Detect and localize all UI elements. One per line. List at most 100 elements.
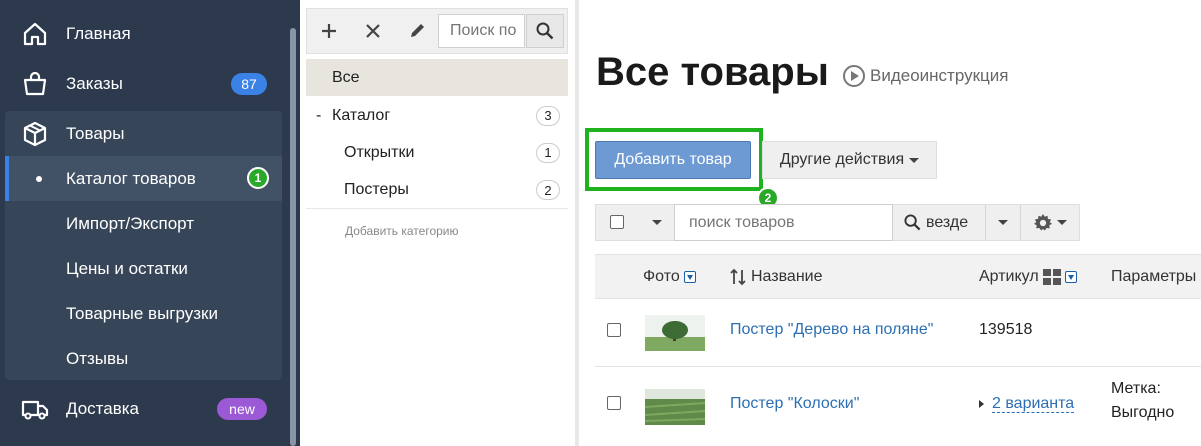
products-table: Фото Название Артикул Параметры Постер "… (595, 254, 1201, 446)
nav-item-goods[interactable]: Товары (0, 111, 287, 156)
close-icon (366, 24, 380, 38)
other-actions-button[interactable]: Другие действия (762, 141, 937, 179)
category-count: 2 (536, 180, 560, 200)
select-menu-button[interactable] (640, 205, 674, 240)
dropdown-icon[interactable] (1064, 270, 1077, 283)
panel-divider (575, 0, 579, 446)
home-icon (23, 22, 47, 45)
sidebar-item-prices[interactable]: Цены и остатки (5, 246, 282, 291)
sub-item-label: Импорт/Экспорт (66, 213, 195, 233)
page-title: Все товары (596, 50, 829, 94)
other-actions-label: Другие действия (779, 151, 905, 168)
category-count: 1 (536, 142, 560, 163)
search-scope-button[interactable]: везде (896, 205, 968, 240)
sidebar-item-catalog[interactable]: Каталог товаров 1 (5, 156, 282, 201)
row-checkbox[interactable] (607, 323, 621, 337)
product-name-link[interactable]: Постер "Дерево на поляне" (730, 321, 933, 339)
category-search-input[interactable] (438, 14, 525, 48)
product-filter-bar: везде (595, 204, 1080, 241)
nav-item-home[interactable]: Главная (0, 11, 287, 56)
chevron-right-icon (979, 399, 984, 408)
chevron-down-icon (652, 220, 662, 225)
category-item-all[interactable]: Все (306, 59, 568, 96)
column-sku[interactable]: Артикул (979, 268, 1077, 286)
column-photo[interactable]: Фото (643, 268, 696, 286)
shopping-bag-icon (23, 71, 47, 95)
column-label: Название (751, 267, 823, 285)
add-product-button[interactable]: Добавить товар (595, 141, 751, 179)
product-search-input[interactable] (674, 204, 893, 241)
table-header: Фото Название Артикул Параметры (595, 254, 1201, 299)
active-dot (36, 175, 42, 182)
sidebar-item-exports[interactable]: Товарные выгрузки (5, 291, 282, 336)
table-row[interactable]: Постер "Дерево на поляне" 139518 (595, 299, 1201, 367)
nav-item-delivery[interactable]: Доставка new (0, 386, 287, 431)
category-label: Постеры (344, 181, 409, 198)
column-name[interactable]: Название (729, 268, 823, 286)
column-params[interactable]: Параметры (1111, 268, 1196, 286)
delete-category-button[interactable] (353, 9, 393, 53)
variants-toggle[interactable]: 2 варианта (979, 395, 1075, 413)
scope-dropdown-button[interactable] (986, 205, 1020, 240)
nav-item-label: Заказы (66, 73, 123, 93)
search-icon (536, 22, 554, 40)
pencil-icon (411, 24, 424, 37)
sort-icon (730, 268, 746, 285)
app-root: Главная Заказы 87 Товары Каталог товаров… (0, 0, 1201, 446)
collapse-toggle[interactable]: - (316, 107, 321, 125)
product-thumbnail[interactable] (645, 315, 705, 351)
search-icon (904, 214, 921, 231)
new-badge: new (217, 397, 267, 420)
nav-item-label: Доставка (66, 398, 140, 418)
table-row[interactable]: Постер "Колоски" 2 варианта Метка: Выгод… (595, 367, 1201, 446)
category-label: Открытки (344, 143, 415, 161)
dropdown-icon[interactable] (683, 270, 696, 283)
add-category-link[interactable]: Добавить категорию (345, 224, 459, 238)
step-badge: 1 (247, 167, 269, 189)
sidebar: Главная Заказы 87 Товары Каталог товаров… (0, 0, 300, 446)
nav-item-label: Товары (66, 123, 125, 143)
select-all-checkbox[interactable] (610, 215, 624, 229)
video-instruction-link[interactable]: Видеоинструкция (843, 65, 1008, 87)
column-label: Фото (643, 267, 680, 285)
param-line: Метка: (1111, 380, 1161, 397)
category-label: Все (332, 68, 360, 86)
sub-item-label: Отзывы (66, 348, 129, 368)
chevron-down-icon (1056, 220, 1067, 225)
chevron-down-icon (909, 157, 920, 163)
sub-item-label: Товарные выгрузки (66, 303, 218, 323)
product-thumbnail[interactable] (645, 389, 705, 425)
category-item-catalog[interactable]: - Каталог 3 (306, 97, 568, 134)
category-item-postcards[interactable]: Открытки 1 (306, 134, 568, 171)
column-label: Артикул (979, 267, 1039, 285)
category-label: Каталог (332, 106, 391, 124)
gear-icon (1033, 213, 1052, 231)
settings-button[interactable] (1021, 205, 1079, 240)
sidebar-scrollbar[interactable] (290, 28, 296, 446)
grid-icon (1042, 268, 1061, 285)
category-toolbar (306, 8, 568, 54)
search-scope-label: везде (926, 213, 969, 231)
sidebar-item-import-export[interactable]: Импорт/Экспорт (5, 201, 282, 246)
box-icon (23, 121, 47, 146)
orders-count-badge: 87 (231, 72, 267, 95)
product-params: Метка: Выгодно (1111, 377, 1174, 425)
play-icon (843, 65, 865, 87)
sub-item-label: Каталог товаров (66, 168, 196, 188)
product-sku: 139518 (979, 321, 1033, 338)
chevron-down-icon (998, 220, 1008, 225)
variants-label: 2 варианта (992, 395, 1075, 413)
nav-item-orders[interactable]: Заказы 87 (0, 61, 287, 106)
row-checkbox[interactable] (607, 396, 621, 410)
category-item-posters[interactable]: Постеры 2 (306, 172, 568, 209)
edit-category-button[interactable] (397, 9, 437, 53)
video-link-label: Видеоинструкция (870, 66, 1009, 85)
add-category-button[interactable] (309, 9, 349, 53)
truck-icon (21, 400, 49, 419)
plus-icon (322, 24, 336, 38)
nav-item-label: Главная (66, 23, 131, 43)
product-name-link[interactable]: Постер "Колоски" (730, 395, 859, 413)
sub-item-label: Цены и остатки (66, 258, 188, 278)
category-search-button[interactable] (526, 14, 564, 48)
sidebar-item-reviews[interactable]: Отзывы (5, 336, 282, 381)
